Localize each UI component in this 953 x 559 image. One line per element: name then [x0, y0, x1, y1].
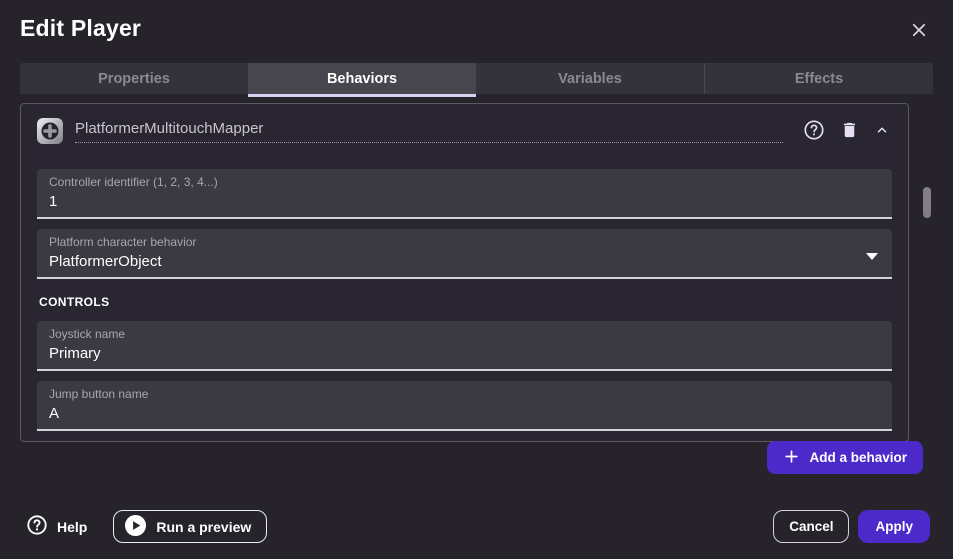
page-title: Edit Player — [20, 15, 141, 42]
tab-properties[interactable]: Properties — [20, 63, 248, 94]
tab-variables[interactable]: Variables — [476, 63, 704, 94]
behavior-card: PlatformerMultitouchMapper — [20, 103, 909, 442]
help-circle-icon — [803, 119, 825, 144]
tab-label: Behaviors — [327, 71, 397, 87]
tab-effects[interactable]: Effects — [704, 63, 933, 94]
cancel-button[interactable]: Cancel — [773, 510, 849, 543]
delete-behavior-button[interactable] — [838, 118, 861, 145]
footer-actions: Cancel Apply — [773, 505, 930, 543]
add-behavior-row: Add a behavior — [767, 441, 923, 474]
dialog-header: Edit Player — [0, 0, 953, 44]
cancel-label: Cancel — [789, 519, 833, 534]
controller-identifier-field[interactable]: Controller identifier (1, 2, 3, 4...) 1 — [37, 169, 892, 219]
close-icon — [910, 27, 928, 42]
add-behavior-label: Add a behavior — [809, 450, 907, 465]
joystick-name-field[interactable]: Joystick name Primary — [37, 321, 892, 371]
footer-bar: Help Run a preview Cancel Apply — [0, 505, 953, 559]
run-preview-button[interactable]: Run a preview — [113, 510, 267, 543]
field-value: PlatformerObject — [49, 252, 880, 272]
field-label: Joystick name — [49, 327, 880, 342]
plus-icon — [783, 448, 800, 468]
play-icon — [124, 514, 147, 540]
field-value: 1 — [49, 192, 880, 212]
collapse-behavior-button[interactable] — [872, 121, 892, 142]
help-button[interactable]: Help — [26, 510, 87, 543]
apply-button[interactable]: Apply — [858, 510, 930, 543]
controls-section-header: CONTROLS — [39, 295, 892, 309]
tab-label: Effects — [795, 71, 843, 87]
gamepad-multitouch-icon — [37, 118, 63, 144]
trash-icon — [840, 120, 859, 143]
tab-label: Variables — [558, 71, 622, 87]
field-value: A — [49, 404, 880, 424]
help-circle-icon — [26, 514, 48, 539]
field-label: Platform character behavior — [49, 235, 880, 250]
field-label: Jump button name — [49, 387, 880, 402]
tab-label: Properties — [98, 71, 170, 87]
behavior-card-header: PlatformerMultitouchMapper — [37, 116, 892, 146]
scrollbar-thumb[interactable] — [923, 187, 931, 218]
close-button[interactable] — [908, 19, 930, 44]
field-label: Controller identifier (1, 2, 3, 4...) — [49, 175, 880, 190]
behavior-name-field[interactable]: PlatformerMultitouchMapper — [75, 120, 783, 143]
dropdown-caret-icon — [866, 247, 878, 265]
apply-label: Apply — [875, 519, 913, 534]
field-value: Primary — [49, 344, 880, 364]
tab-bar: Properties Behaviors Variables Effects — [20, 63, 933, 94]
platform-character-behavior-select[interactable]: Platform character behavior PlatformerOb… — [37, 229, 892, 279]
add-behavior-button[interactable]: Add a behavior — [767, 441, 923, 474]
behavior-fields: Controller identifier (1, 2, 3, 4...) 1 … — [37, 169, 892, 431]
help-label: Help — [57, 519, 87, 535]
behavior-card-actions — [801, 117, 892, 146]
tab-behaviors[interactable]: Behaviors — [248, 63, 476, 94]
behavior-help-button[interactable] — [801, 117, 827, 146]
run-preview-label: Run a preview — [156, 519, 251, 535]
chevron-up-icon — [874, 123, 890, 140]
jump-button-name-field[interactable]: Jump button name A — [37, 381, 892, 431]
